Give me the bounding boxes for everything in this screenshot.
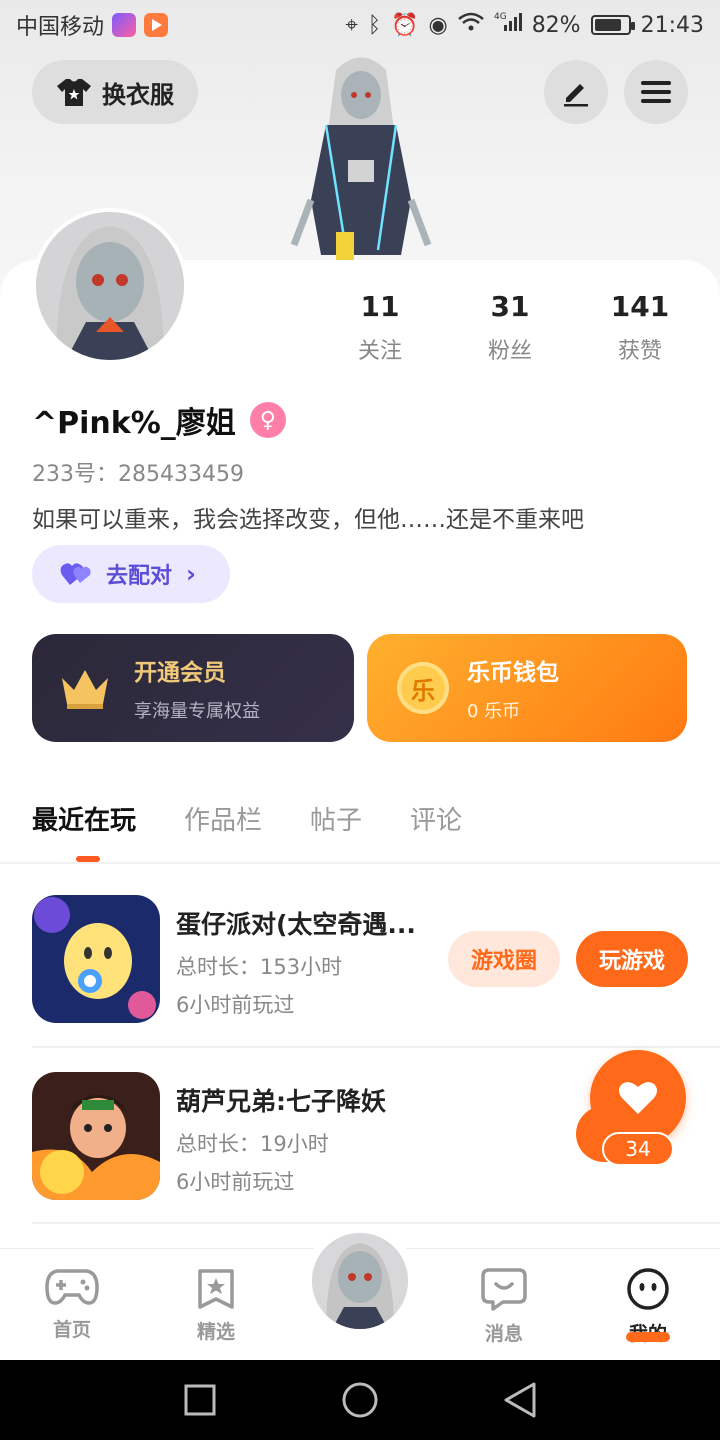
- avatar[interactable]: [32, 208, 188, 364]
- heart-icon: [619, 1082, 657, 1114]
- menu-icon: [641, 81, 671, 103]
- stat-label: 获赞: [617, 339, 662, 364]
- stat-likes[interactable]: 141 获赞: [580, 290, 700, 365]
- vip-title: 开通会员: [134, 660, 226, 686]
- nav-label: 首页: [52, 1319, 91, 1341]
- clock: 21:43: [640, 12, 704, 38]
- game-thumbnail[interactable]: [32, 895, 160, 1023]
- vip-card[interactable]: 开通会员 享海量专属权益: [32, 634, 354, 742]
- female-gender-icon: ♀: [249, 402, 286, 438]
- username: ^Pink%_廖姐: [32, 406, 236, 441]
- game-duration: 总时长：19小时: [176, 1132, 329, 1156]
- signal-icon: 4G: [494, 11, 522, 39]
- username-row: ^Pink%_廖姐 ♀: [32, 398, 286, 442]
- carrier-label: 中国移动: [16, 15, 105, 40]
- recent-apps-icon: [184, 1384, 216, 1416]
- nav-label: 消息: [484, 1323, 523, 1345]
- tab-recent-played[interactable]: 最近在玩: [32, 800, 136, 837]
- stat-following[interactable]: 11 关注: [320, 290, 440, 365]
- like-count: 34: [602, 1132, 674, 1166]
- tab-posts[interactable]: 帖子: [310, 800, 362, 837]
- game-last-played: 6小时前玩过: [176, 1170, 295, 1194]
- edit-icon: [564, 84, 588, 107]
- row-divider: [32, 1046, 720, 1048]
- change-clothes-button[interactable]: 换衣服: [32, 60, 198, 124]
- tabs-divider: [0, 862, 720, 864]
- stat-label: 关注: [357, 339, 402, 364]
- face-icon: [627, 1268, 669, 1310]
- row-divider: [32, 1222, 720, 1224]
- battery-icon: [590, 15, 635, 35]
- wallet-balance: 0 乐币: [467, 701, 521, 722]
- edit-profile-button[interactable]: [544, 60, 608, 124]
- status-bar: 中国移动 ⌖ ᛒ ⏰ ◉ 4G 82% 21:43: [0, 0, 720, 50]
- menu-button[interactable]: [624, 60, 688, 124]
- crown-icon: [62, 670, 108, 709]
- stat-label: 粉丝: [487, 339, 532, 364]
- wifi-icon: [457, 12, 484, 38]
- wallet-title: 乐币钱包: [467, 660, 559, 686]
- chevron-right-icon: ›: [186, 560, 196, 588]
- eye-icon: ◉: [428, 12, 448, 38]
- avatar-3d-character[interactable]: [286, 50, 436, 265]
- bottom-nav: 首页 精选 消息 我的: [0, 1225, 720, 1360]
- video-app-icon: [144, 13, 169, 37]
- stat-number: 141: [610, 290, 670, 323]
- profile-tabs: 最近在玩 作品栏 帖子 评论: [32, 800, 462, 837]
- shirt-icon: [56, 77, 92, 107]
- nav-messages[interactable]: 消息: [454, 1267, 554, 1346]
- change-clothes-label: 换衣服: [102, 80, 174, 109]
- match-button[interactable]: 去配对 ›: [32, 545, 230, 603]
- game-circle-button[interactable]: 游戏圈: [448, 931, 560, 987]
- list-item[interactable]: 蛋仔派对(太空奇遇... 总时长：153小时 6小时前玩过 游戏圈 玩游戏: [32, 895, 720, 1025]
- stat-number: 31: [490, 290, 530, 323]
- game-thumbnail[interactable]: [32, 1072, 160, 1200]
- wallet-card[interactable]: 乐 乐币钱包 0 乐币: [367, 634, 687, 742]
- nav-featured[interactable]: 精选: [166, 1267, 266, 1344]
- back-icon: [504, 1382, 536, 1418]
- tab-comments[interactable]: 评论: [410, 800, 462, 837]
- game-title: 蛋仔派对(太空奇遇...: [176, 910, 416, 939]
- gamepad-icon: [45, 1269, 99, 1305]
- star-bookmark-icon: [198, 1269, 234, 1309]
- game-duration: 总时长：153小时: [176, 955, 343, 979]
- coin-icon: 乐: [397, 662, 449, 714]
- home-icon: [342, 1382, 378, 1418]
- battery-fill: [594, 19, 621, 31]
- stat-followers[interactable]: 31 粉丝: [450, 290, 570, 365]
- hearts-icon: [60, 563, 91, 585]
- nav-label: 精选: [196, 1321, 235, 1343]
- svg-text:4G: 4G: [494, 12, 507, 22]
- active-nav-underline: [626, 1332, 670, 1342]
- nav-home[interactable]: 首页: [22, 1267, 122, 1342]
- user-bio: 如果可以重来，我会选择改变，但他……还是不重来吧: [32, 507, 584, 533]
- system-navigation-bar: [0, 1360, 720, 1440]
- play-game-button[interactable]: 玩游戏: [576, 931, 688, 987]
- alarm-icon: ⏰: [391, 12, 419, 38]
- nav-avatar-button[interactable]: [304, 1225, 416, 1337]
- vip-subtitle: 享海量专属权益: [134, 701, 260, 722]
- location-icon: ⌖: [345, 12, 358, 38]
- profile-stats: 11 关注 31 粉丝 141 获赞: [320, 290, 700, 365]
- bluetooth-icon: ᛒ: [367, 12, 382, 38]
- game-last-played: 6小时前玩过: [176, 993, 295, 1017]
- profile-screen: 中国移动 ⌖ ᛒ ⏰ ◉ 4G 82% 21:43 换衣服 11 关注 31 粉…: [0, 0, 720, 1440]
- battery-percent: 82%: [531, 12, 581, 38]
- match-label: 去配对: [106, 564, 173, 589]
- user-id: 233号：285433459: [32, 462, 244, 487]
- app-notification-icon: [112, 13, 137, 37]
- stat-number: 11: [360, 290, 400, 323]
- tab-works[interactable]: 作品栏: [184, 800, 262, 837]
- chat-smile-icon: [481, 1268, 527, 1311]
- game-title: 葫芦兄弟:七子降妖: [176, 1087, 386, 1116]
